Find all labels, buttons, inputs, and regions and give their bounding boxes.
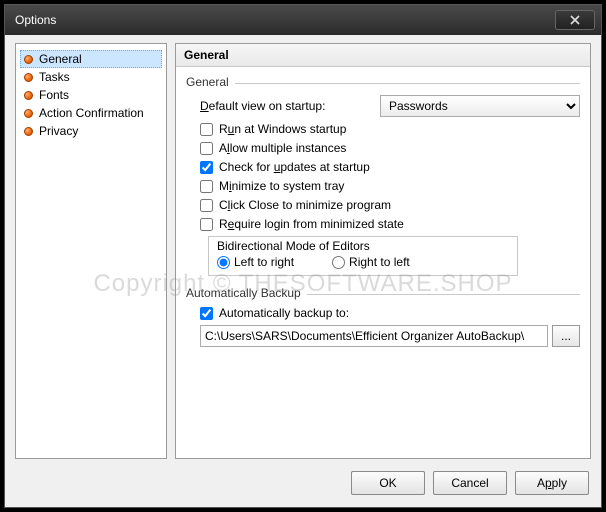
radio-label: Right to left: [349, 255, 410, 269]
nav-label: Action Confirmation: [39, 106, 144, 120]
chk-label: Automatically backup to:: [219, 306, 349, 320]
dialog-footer: OK Cancel Apply: [5, 463, 601, 507]
options-window: Options General Tasks Fonts Action Co: [4, 4, 602, 508]
nav-label: General: [39, 52, 82, 66]
titlebar: Options: [5, 5, 601, 35]
default-view-select[interactable]: Passwords: [380, 95, 580, 117]
backup-path-input[interactable]: [200, 325, 548, 347]
bullet-icon: [24, 127, 33, 136]
nav-label: Fonts: [39, 88, 69, 102]
bullet-icon: [24, 55, 33, 64]
nav-label: Privacy: [39, 124, 78, 138]
main-content: General Default view on startup: Passwor…: [176, 67, 590, 458]
main-panel: General General Default view on startup:…: [175, 43, 591, 459]
bullet-icon: [24, 73, 33, 82]
chk-label: Click Close to minimize program: [219, 198, 391, 212]
chk-check-updates-box[interactable]: [200, 161, 213, 174]
chk-run-at-startup-box[interactable]: [200, 123, 213, 136]
main-header: General: [176, 44, 590, 67]
dialog-body: General Tasks Fonts Action Confirmation …: [5, 35, 601, 463]
chk-auto-backup-box[interactable]: [200, 307, 213, 320]
chk-require-login[interactable]: Require login from minimized state: [200, 217, 580, 231]
cancel-button[interactable]: Cancel: [433, 471, 507, 495]
chk-minimize-tray-box[interactable]: [200, 180, 213, 193]
close-button[interactable]: [555, 10, 595, 30]
radio-label: Left to right: [234, 255, 294, 269]
chk-allow-multiple-box[interactable]: [200, 142, 213, 155]
bidirectional-title: Bidirectional Mode of Editors: [217, 239, 509, 253]
window-title: Options: [15, 13, 555, 27]
default-view-label: Default view on startup:: [200, 99, 380, 113]
chk-check-updates[interactable]: Check for updates at startup: [200, 160, 580, 174]
nav-item-privacy[interactable]: Privacy: [20, 122, 162, 140]
radio-rtl[interactable]: Right to left: [332, 255, 410, 269]
chk-label: Require login from minimized state: [219, 217, 404, 231]
bullet-icon: [24, 109, 33, 118]
ok-button[interactable]: OK: [351, 471, 425, 495]
chk-require-login-box[interactable]: [200, 218, 213, 231]
nav-item-fonts[interactable]: Fonts: [20, 86, 162, 104]
group-backup-title: Automatically Backup: [186, 286, 307, 300]
radio-ltr[interactable]: Left to right: [217, 255, 294, 269]
nav-item-tasks[interactable]: Tasks: [20, 68, 162, 86]
chk-click-close[interactable]: Click Close to minimize program: [200, 198, 580, 212]
chk-label: Allow multiple instances: [219, 141, 346, 155]
chk-run-at-startup[interactable]: Run at Windows startup: [200, 122, 580, 136]
backup-path-row: ...: [200, 325, 580, 347]
browse-label: ...: [561, 329, 571, 343]
chk-minimize-tray[interactable]: Minimize to system tray: [200, 179, 580, 193]
close-icon: [570, 15, 580, 25]
chk-label: Minimize to system tray: [219, 179, 344, 193]
bidirectional-group: Bidirectional Mode of Editors Left to ri…: [208, 236, 518, 276]
group-backup: Automatically Backup Automatically backu…: [186, 286, 580, 347]
group-general: General Default view on startup: Passwor…: [186, 75, 580, 276]
chk-label: Run at Windows startup: [219, 122, 346, 136]
chk-label: Check for updates at startup: [219, 160, 370, 174]
browse-button[interactable]: ...: [552, 325, 580, 347]
apply-button[interactable]: Apply: [515, 471, 589, 495]
chk-click-close-box[interactable]: [200, 199, 213, 212]
nav-item-general[interactable]: General: [20, 50, 162, 68]
row-default-view: Default view on startup: Passwords: [200, 95, 580, 117]
nav-panel: General Tasks Fonts Action Confirmation …: [15, 43, 167, 459]
bullet-icon: [24, 91, 33, 100]
group-general-title: General: [186, 75, 235, 89]
nav-label: Tasks: [39, 70, 70, 84]
chk-allow-multiple[interactable]: Allow multiple instances: [200, 141, 580, 155]
nav-item-action-confirmation[interactable]: Action Confirmation: [20, 104, 162, 122]
radio-ltr-input[interactable]: [217, 256, 230, 269]
radio-rtl-input[interactable]: [332, 256, 345, 269]
chk-auto-backup[interactable]: Automatically backup to:: [200, 306, 580, 320]
